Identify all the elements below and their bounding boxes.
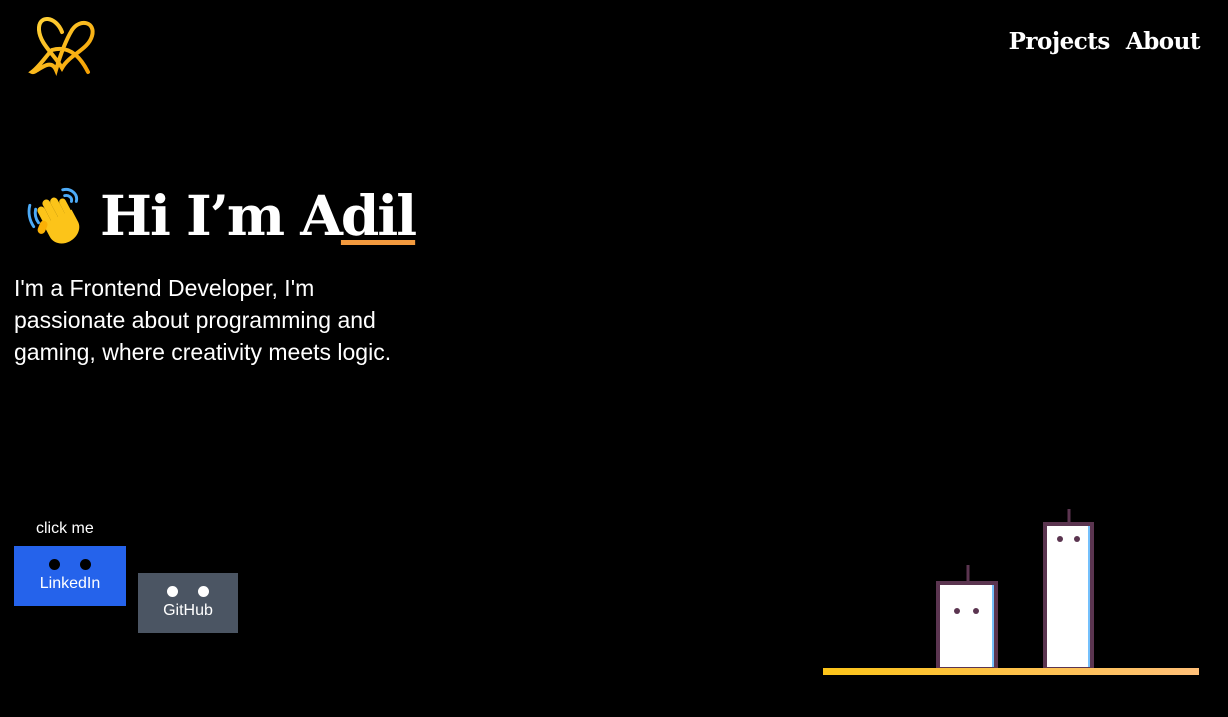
ground-line <box>823 668 1199 675</box>
click-me-hint: click me <box>36 520 94 537</box>
short-robot <box>936 565 998 671</box>
title-underlined-name: dil <box>340 182 417 248</box>
github-button[interactable]: GitHub <box>138 573 238 633</box>
linkedin-button-label: LinkedIn <box>39 575 101 592</box>
linkedin-button[interactable]: LinkedIn <box>14 546 126 606</box>
github-button-label: GitHub <box>163 602 213 619</box>
waving-hand-icon <box>27 187 80 244</box>
tall-robot <box>1043 509 1094 671</box>
page-title: Hi I’m Adil <box>100 182 417 248</box>
eye-icon <box>198 586 209 597</box>
eye-icon <box>80 559 91 570</box>
nav-projects-link[interactable]: Projects <box>1009 28 1111 55</box>
hero-heading: Hi I’m Adil <box>24 182 417 248</box>
heart-a-logo-icon[interactable] <box>26 10 98 80</box>
main-nav: Projects About <box>1009 28 1201 55</box>
button-eyes <box>49 559 91 570</box>
robot-illustration <box>823 509 1199 675</box>
button-eyes <box>167 586 209 597</box>
nav-about-link[interactable]: About <box>1126 28 1201 55</box>
eye-icon <box>49 559 60 570</box>
eye-icon <box>167 586 178 597</box>
bio-text: I'm a Frontend Developer, I'm passionate… <box>14 275 392 365</box>
